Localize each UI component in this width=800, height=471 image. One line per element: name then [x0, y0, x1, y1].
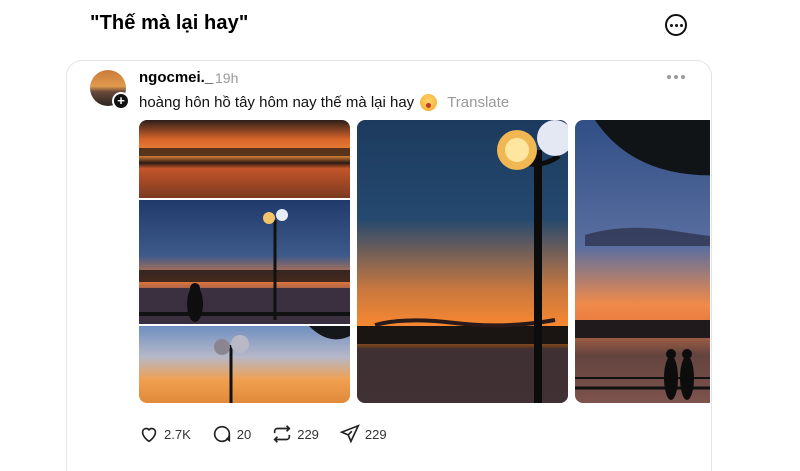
repost-icon [273, 425, 291, 443]
heart-icon [141, 427, 157, 443]
like-count: 2.7K [164, 426, 191, 442]
post-timestamp: 19h [215, 70, 239, 86]
comment-icon [213, 425, 230, 443]
caption-text: hoàng hôn hồ tây hôm nay thế mà lại hay [139, 94, 415, 111]
repost-button[interactable]: 229 [271, 423, 319, 445]
flushed-face-emoji-icon [420, 94, 438, 111]
comment-button[interactable]: 20 [211, 423, 251, 445]
page-title: "Thế mà lại hay" [90, 12, 249, 34]
avatar[interactable]: + [90, 70, 130, 110]
like-button[interactable]: 2.7K [138, 423, 191, 445]
comment-count: 20 [236, 426, 252, 442]
follow-plus-icon[interactable]: + [112, 92, 130, 110]
post-actions: 2.7K 20 229 229 [138, 423, 407, 445]
repost-count: 229 [297, 426, 319, 442]
post-caption: hoàng hôn hồ tây hôm nay thế mà lại hay … [139, 94, 509, 111]
send-icon [339, 424, 360, 444]
photo-street-lamp-sunset[interactable] [357, 120, 568, 403]
share-count: 229 [364, 426, 387, 442]
photo-gallery[interactable] [139, 120, 710, 403]
more-circle-icon[interactable] [665, 14, 687, 36]
photo-sunset-collage[interactable] [139, 120, 350, 403]
photo-silhouettes-by-lake[interactable] [575, 120, 710, 403]
more-horizontal-icon[interactable] [667, 69, 685, 85]
share-button[interactable]: 229 [339, 423, 387, 445]
username[interactable]: ngocmei._ [139, 69, 213, 86]
translate-link[interactable]: Translate [447, 94, 509, 111]
